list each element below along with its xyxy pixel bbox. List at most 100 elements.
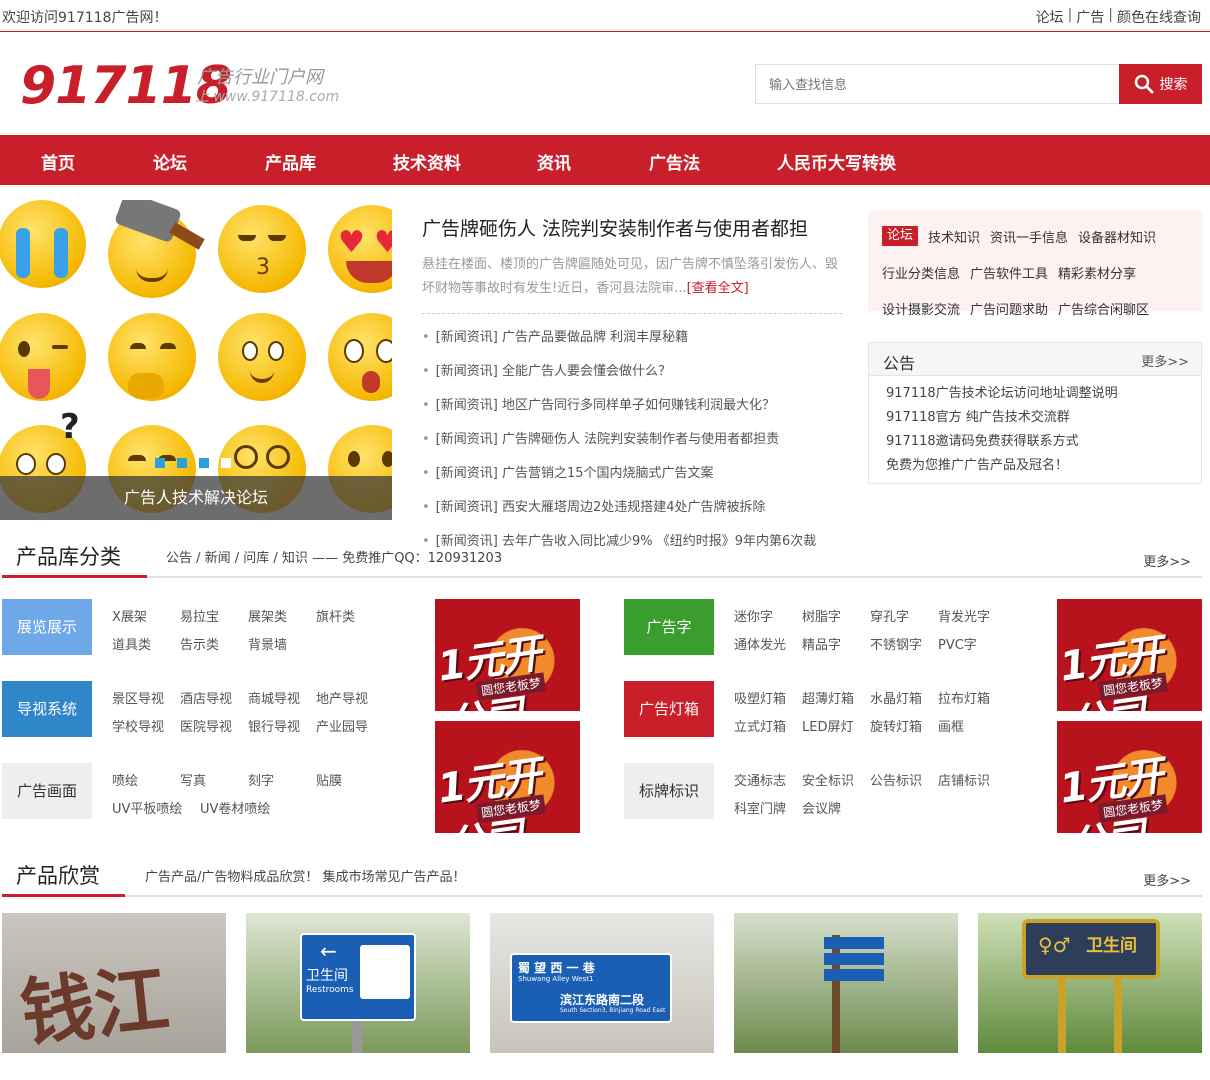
category-link[interactable]: 迷你字 [734,606,773,625]
product-photo[interactable]: ♀♂ 卫生间 [978,913,1202,1053]
category-link[interactable]: 超薄灯箱 [802,688,854,707]
category-link[interactable]: 水晶灯箱 [870,688,922,707]
nav-rmb-convert[interactable]: 人民币大写转换 [777,149,896,174]
category-link[interactable]: 通体发光 [734,634,786,653]
category-link[interactable]: 背发光字 [938,606,990,625]
category-link[interactable]: 旗杆类 [316,606,355,625]
slider-caption[interactable]: 广告人技术解决论坛 [0,476,392,520]
category-link[interactable]: 景区导视 [112,688,164,707]
notice-item[interactable]: 917118邀请码免费获得联系方式 [886,430,1184,454]
category-link[interactable]: 科室门牌 [734,798,786,817]
category-link[interactable]: 安全标识 [802,770,854,789]
category-label[interactable]: 广告画面 [2,763,92,819]
category-link[interactable]: 商城导视 [248,688,300,707]
category-link[interactable]: 产业园导 [316,716,368,735]
ad-banner[interactable]: 1元开公司 圆您老板梦 [435,721,580,833]
category-link[interactable]: 酒店导视 [180,688,232,707]
forum-link[interactable]: 广告问题求助 [970,299,1048,318]
nav-adlaw[interactable]: 广告法 [649,149,700,174]
category-link[interactable]: 店铺标识 [938,770,990,789]
slider-dot[interactable] [177,458,187,468]
category-link[interactable]: 写真 [180,770,206,789]
notice-item[interactable]: 917118官方 纯广告技术交流群 [886,406,1184,430]
forum-link[interactable]: 技术知识 [928,227,980,246]
ad-banner[interactable]: 1元开公司 圆您老板梦 [1057,599,1202,711]
category-label[interactable]: 标牌标识 [624,763,714,819]
category-link[interactable]: 画框 [938,716,964,735]
category-link[interactable]: 易拉宝 [180,606,219,625]
category-link[interactable]: 医院导视 [180,716,232,735]
category-link[interactable]: 会议牌 [802,798,841,817]
top-link-color[interactable]: 颜色在线查询 [1117,7,1201,27]
news-item[interactable]: [新闻资讯] 地区广告同行多同样单子如何赚钱利润最大化？ [422,389,842,423]
read-more-link[interactable]: [查看全文] [687,281,749,296]
category-label[interactable]: 导视系统 [2,681,92,737]
forum-link[interactable]: 广告软件工具 [970,263,1048,282]
nav-forum[interactable]: 论坛 [153,149,187,174]
search-button[interactable]: 搜索 [1119,64,1202,104]
forum-link[interactable]: 精彩素材分享 [1058,263,1136,282]
category-link[interactable]: 银行导视 [248,716,300,735]
category-link[interactable]: 道具类 [112,634,151,653]
category-link[interactable]: 树脂字 [802,606,841,625]
section-more-link[interactable]: 更多>> [1143,551,1191,570]
category-link[interactable]: 旋转灯箱 [870,716,922,735]
headline-title[interactable]: 广告牌砸伤人 法院判安装制作者与使用者都担 [422,214,842,241]
category-link[interactable]: 展架类 [248,606,287,625]
top-link-forum[interactable]: 论坛 [1036,7,1064,27]
category-link[interactable]: 吸塑灯箱 [734,688,786,707]
category-link[interactable]: 喷绘 [112,770,138,789]
category-link[interactable]: 刻字 [248,770,274,789]
section-more-link[interactable]: 更多>> [1143,870,1191,889]
category-link[interactable]: 穿孔字 [870,606,909,625]
category-link[interactable]: UV平板喷绘 [112,798,182,817]
category-link[interactable]: 交通标志 [734,770,786,789]
ad-banner[interactable]: 1元开公司 圆您老板梦 [1057,721,1202,833]
ad-banner[interactable]: 1元开公司 圆您老板梦 [435,599,580,711]
category-link[interactable]: 学校导视 [112,716,164,735]
top-link-ad[interactable]: 广告 [1076,7,1104,27]
category-link[interactable]: 背景墙 [248,634,287,653]
category-label[interactable]: 展览展示 [2,599,92,655]
news-item[interactable]: [新闻资讯] 广告产品要做品牌 利润丰厚秘籍 [422,321,842,355]
category-link[interactable]: 拉布灯箱 [938,688,990,707]
category-link[interactable]: 贴膜 [316,770,342,789]
notice-item[interactable]: 917118广告技术论坛访问地址调整说明 [886,382,1184,406]
category-label[interactable]: 广告灯箱 [624,681,714,737]
forum-link[interactable]: 行业分类信息 [882,263,960,282]
search-input[interactable] [755,64,1119,104]
category-link[interactable]: 告示类 [180,634,219,653]
forum-link[interactable]: 广告综合闲聊区 [1058,299,1149,318]
product-photo[interactable] [734,913,958,1053]
category-link[interactable]: 精品字 [802,634,841,653]
news-item[interactable]: [新闻资讯] 广告牌砸伤人 法院判安装制作者与使用者都担责 [422,423,842,457]
category-link[interactable]: PVC字 [938,634,977,653]
nav-news[interactable]: 资讯 [537,149,571,174]
product-photo[interactable]: 钱江 [2,913,226,1053]
image-slider[interactable]: 3 ♥ ♥ ? 广告人技术解决论坛 [0,200,392,520]
category-link[interactable]: UV卷材喷绘 [200,798,270,817]
category-link[interactable]: 立式灯箱 [734,716,786,735]
notice-item[interactable]: 免费为您推广广告产品及冠名！ [886,454,1184,478]
news-item[interactable]: [新闻资讯] 广告营销之15个国内烧脑式广告文案 [422,457,842,491]
nav-home[interactable]: 首页 [41,149,75,174]
category-label[interactable]: 广告字 [624,599,714,655]
forum-link[interactable]: 设计摄影交流 [882,299,960,318]
forum-tag[interactable]: 论坛 [882,226,919,246]
forum-link[interactable]: 设备器材知识 [1078,227,1156,246]
news-item[interactable]: [新闻资讯] 西安大雁塔周边2处违规搭建4处广告牌被拆除 [422,491,842,525]
nav-tech[interactable]: 技术资料 [393,149,461,174]
nav-products[interactable]: 产品库 [265,149,316,174]
category-link[interactable]: 不锈钢字 [870,634,922,653]
product-photo[interactable]: ← 卫生间 Restrooms [246,913,470,1053]
category-link[interactable]: 公告标识 [870,770,922,789]
slider-dot[interactable] [155,458,165,468]
slider-dot-active[interactable] [221,458,231,468]
news-item[interactable]: [新闻资讯] 全能广告人要会懂会做什么？ [422,355,842,389]
category-link[interactable]: LED屏灯 [802,716,853,735]
notice-more-link[interactable]: 更多>> [1141,351,1189,370]
category-link[interactable]: 地产导视 [316,688,368,707]
product-photo[interactable]: 蜀 望 西 一 巷 Shuwang Alley West1 滨江东路南二段 So… [490,913,714,1053]
slider-dot[interactable] [199,458,209,468]
category-link[interactable]: X展架 [112,606,147,625]
